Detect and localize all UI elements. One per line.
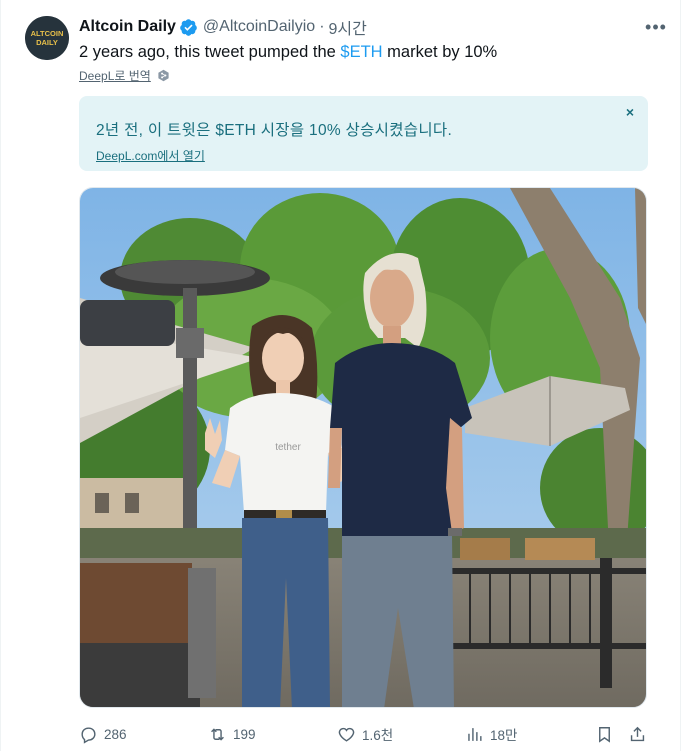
heart-icon xyxy=(338,727,355,742)
share-button[interactable] xyxy=(628,722,647,746)
avatar-line2: DAILY xyxy=(36,38,58,47)
tweet-card[interactable]: ALTCOIN DAILY Altcoin Daily @AltcoinDail… xyxy=(0,0,681,751)
analytics-icon xyxy=(468,727,482,741)
share-icon xyxy=(630,726,645,741)
tweet-header: Altcoin Daily @AltcoinDailyio · 9시간 xyxy=(79,16,660,38)
author-avatar[interactable]: ALTCOIN DAILY xyxy=(25,16,69,60)
reply-icon xyxy=(81,726,96,744)
tweet-time[interactable]: 9시간 xyxy=(329,15,367,39)
reply-count: 286 xyxy=(104,726,127,742)
retweet-count: 199 xyxy=(233,726,256,742)
close-translation-icon[interactable]: × xyxy=(622,104,638,120)
reply-button[interactable]: 286 xyxy=(79,722,127,746)
avatar-line1: ALTCOIN xyxy=(31,29,64,38)
tweet-text: 2 years ago, this tweet pumped the $ETH … xyxy=(79,43,497,62)
more-options-icon[interactable]: ••• xyxy=(644,16,668,38)
like-button[interactable]: 1.6천 xyxy=(337,722,393,746)
tweet-text-after: market by 10% xyxy=(382,43,498,61)
retweet-icon xyxy=(211,727,224,741)
verified-badge-icon xyxy=(179,18,198,37)
translate-link[interactable]: DeepL로 번역 xyxy=(79,67,170,84)
translate-label[interactable]: DeepL로 번역 xyxy=(79,67,151,84)
translation-panel: 2년 전, 이 트윗은 $ETH 시장을 10% 상승시켰습니다. DeepL.… xyxy=(79,96,648,171)
translated-text: 2년 전, 이 트윗은 $ETH 시장을 10% 상승시켰습니다. xyxy=(96,122,453,139)
tweet-text-before: 2 years ago, this tweet pumped the xyxy=(79,43,341,61)
retweet-button[interactable]: 199 xyxy=(208,722,256,746)
shirt-print: tether xyxy=(275,442,301,453)
deepl-logo-icon xyxy=(157,69,170,82)
separator-dot: · xyxy=(319,18,325,35)
views-button[interactable]: 18만 xyxy=(465,722,517,746)
cashtag-link[interactable]: $ETH xyxy=(340,43,382,61)
tweet-actions: 286 199 1.6천 18만 xyxy=(79,722,647,746)
author-name[interactable]: Altcoin Daily xyxy=(79,18,176,36)
author-handle[interactable]: @AltcoinDailyio xyxy=(203,18,315,36)
tweet-photo[interactable]: tether xyxy=(79,187,647,708)
like-count: 1.6천 xyxy=(362,728,394,743)
views-count: 18만 xyxy=(490,728,518,743)
bookmark-button[interactable] xyxy=(595,722,614,746)
bookmark-icon xyxy=(599,726,610,743)
open-deepl-link[interactable]: DeepL.com에서 열기 xyxy=(96,147,205,164)
